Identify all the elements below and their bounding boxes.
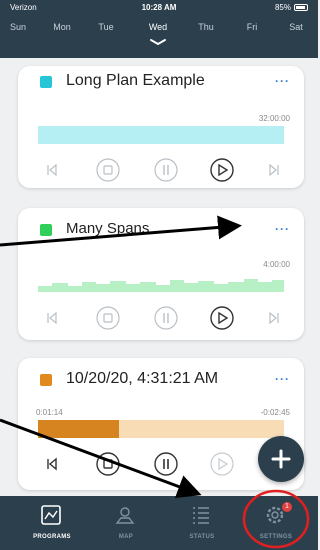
more-options-button[interactable]: ··· — [275, 222, 290, 236]
day-selector: Sun Mon Tue Wed Thu Fri Sat — [0, 22, 318, 36]
program-timeline-bar — [38, 126, 284, 144]
notification-badge: 1 — [282, 502, 292, 512]
total-duration: 4:00:00 — [263, 260, 290, 269]
play-icon — [210, 306, 234, 330]
skip-back-icon — [47, 163, 57, 177]
program-timeline-bar — [38, 420, 284, 438]
play-icon — [210, 452, 234, 476]
skip-forward-icon — [269, 311, 279, 325]
day-fri[interactable]: Fri — [232, 22, 272, 32]
progress-fill — [38, 420, 120, 438]
playback-controls — [38, 304, 288, 332]
play-button[interactable] — [208, 156, 236, 184]
tab-label: MAP — [118, 534, 134, 540]
play-button[interactable] — [208, 304, 236, 332]
day-mon[interactable]: Mon — [42, 22, 82, 32]
elapsed-time: 0:01:14 — [36, 408, 63, 417]
pause-icon — [154, 452, 178, 476]
stop-icon — [96, 452, 120, 476]
program-title: Long Plan Example — [66, 72, 205, 89]
program-title: 10/20/20, 4:31:21 AM — [66, 370, 219, 387]
clock: 10:28 AM — [141, 3, 177, 12]
battery-percent: 85% — [274, 3, 291, 12]
play-button[interactable] — [208, 450, 236, 478]
tab-status[interactable]: STATUS — [172, 502, 232, 546]
day-wed[interactable]: Wed — [138, 22, 178, 32]
program-card[interactable]: Many Spans ··· 4:00:00 — [18, 208, 304, 340]
program-color-swatch — [40, 224, 52, 236]
plus-icon — [271, 449, 291, 469]
top-header: Verizon 10:28 AM 85% Sun Mon Tue Wed Thu… — [0, 0, 318, 58]
skip-back-button[interactable] — [38, 450, 66, 478]
tab-label: STATUS — [189, 534, 215, 540]
program-title: Many Spans — [66, 220, 150, 237]
bottom-tab-bar: PROGRAMS MAP STATUS 1 SETTINGS — [0, 496, 318, 550]
add-program-button[interactable] — [258, 436, 304, 482]
program-card[interactable]: Long Plan Example ··· 32:00:00 — [18, 66, 304, 188]
stop-button[interactable] — [94, 156, 122, 184]
skip-forward-button[interactable] — [260, 156, 288, 184]
day-thu[interactable]: Thu — [186, 22, 226, 32]
stop-button[interactable] — [94, 304, 122, 332]
battery-indicator: 85% — [275, 3, 308, 12]
skip-forward-button[interactable] — [260, 304, 288, 332]
stop-icon — [96, 306, 120, 330]
pause-icon — [154, 158, 178, 182]
more-options-button[interactable]: ··· — [275, 372, 290, 386]
day-sat[interactable]: Sat — [276, 22, 316, 32]
programs-icon — [41, 505, 61, 525]
pause-button[interactable] — [152, 304, 180, 332]
pause-button[interactable] — [152, 156, 180, 184]
playback-controls — [38, 450, 288, 478]
day-sun[interactable]: Sun — [0, 22, 38, 32]
tab-map[interactable]: MAP — [96, 502, 156, 546]
stop-button[interactable] — [94, 450, 122, 478]
program-color-swatch — [40, 76, 52, 88]
stop-icon — [96, 158, 120, 182]
status-icon — [193, 507, 209, 524]
play-icon — [210, 158, 234, 182]
tab-label: PROGRAMS — [33, 534, 71, 540]
program-color-swatch — [40, 374, 52, 386]
map-icon — [115, 507, 135, 524]
tab-label: SETTINGS — [259, 534, 293, 540]
pause-icon — [154, 306, 178, 330]
more-options-button[interactable]: ··· — [275, 74, 290, 88]
skip-back-button[interactable] — [38, 156, 66, 184]
skip-forward-icon — [269, 163, 279, 177]
total-duration: 32:00:00 — [258, 114, 290, 123]
day-tue[interactable]: Tue — [86, 22, 126, 32]
skip-back-icon — [47, 311, 57, 325]
skip-back-icon — [47, 457, 57, 471]
remaining-time: -0:02:45 — [260, 408, 290, 417]
playback-controls — [38, 156, 288, 184]
status-bar: Verizon 10:28 AM 85% — [0, 3, 318, 15]
skip-back-button[interactable] — [38, 304, 66, 332]
battery-icon — [294, 4, 308, 11]
program-timeline-bar — [38, 279, 284, 292]
tab-settings[interactable]: 1 SETTINGS — [246, 502, 306, 546]
pause-button[interactable] — [152, 450, 180, 478]
chevron-down-icon[interactable] — [148, 38, 168, 46]
tab-programs[interactable]: PROGRAMS — [22, 502, 82, 546]
